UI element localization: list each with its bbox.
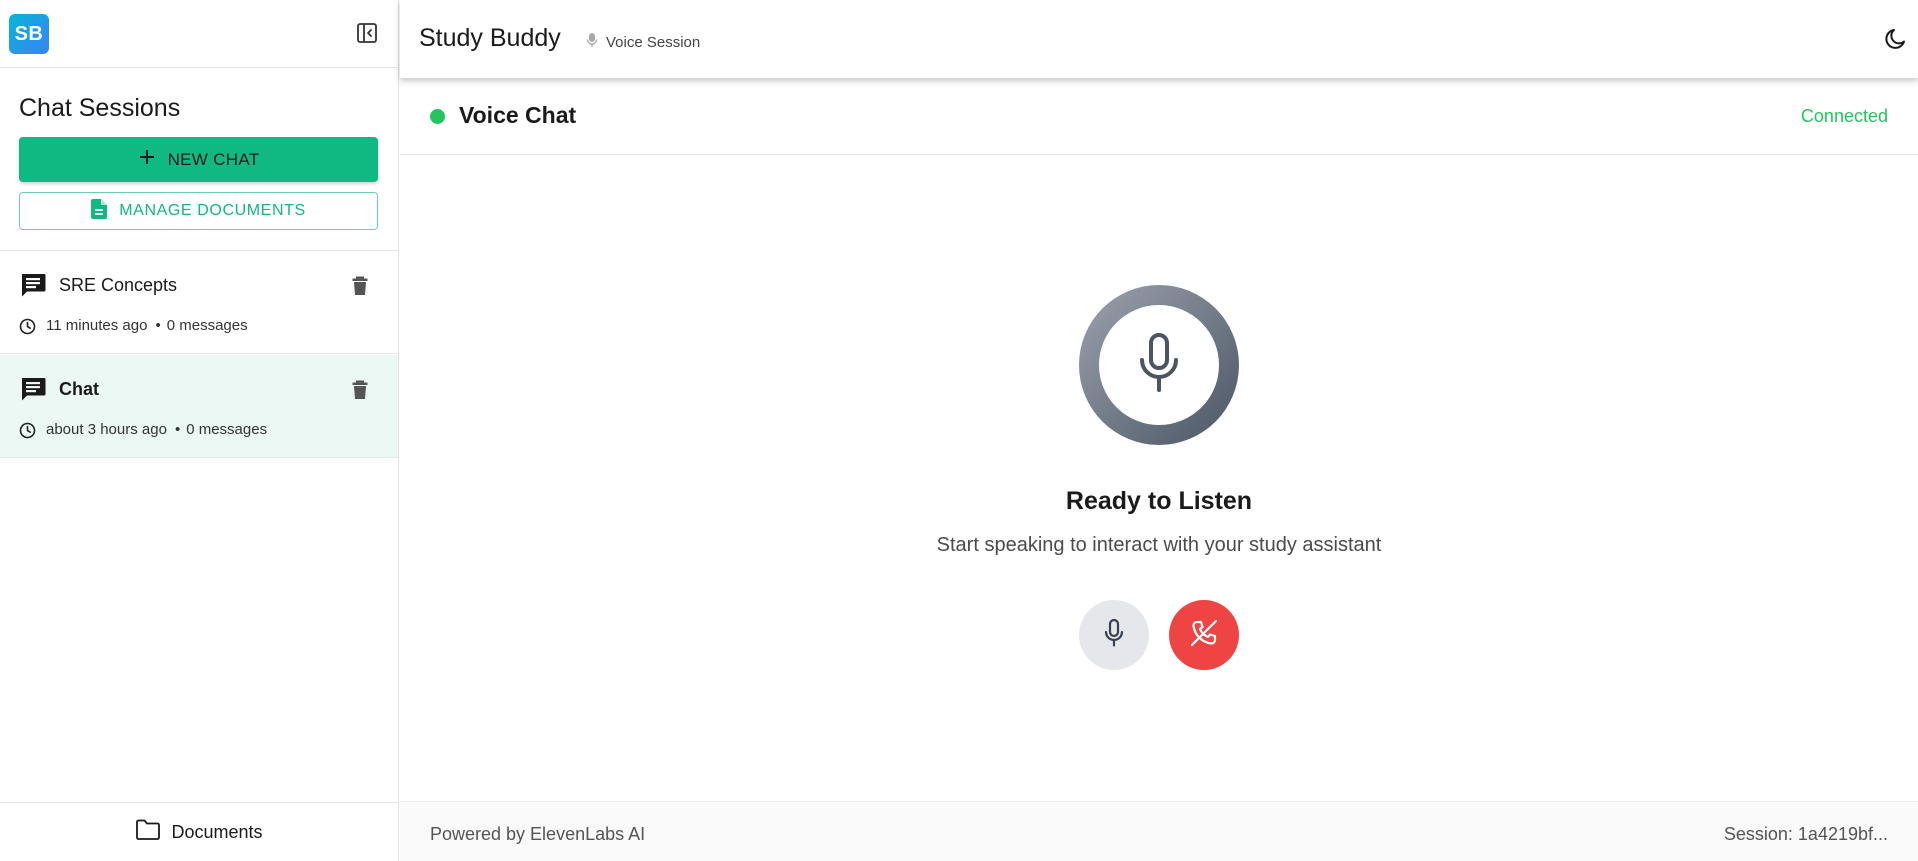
listening-indicator: [1079, 285, 1239, 445]
documents-link[interactable]: Documents: [0, 802, 398, 861]
trash-icon[interactable]: [348, 378, 372, 402]
manage-documents-label: MANAGE DOCUMENTS: [119, 202, 306, 219]
new-chat-button[interactable]: NEW CHAT: [19, 137, 378, 182]
folder-icon: [135, 819, 161, 846]
chat-icon: [19, 271, 47, 299]
status-indicator: [430, 109, 445, 124]
document-icon: [91, 198, 108, 224]
listening-inner: [1099, 305, 1219, 425]
connection-status: Connected: [1800, 106, 1888, 126]
ready-heading: Ready to Listen: [1065, 487, 1253, 515]
sidebar-title: Chat Sessions: [19, 94, 181, 122]
mic-icon: [1136, 332, 1182, 399]
session-type-chip: Voice Session: [586, 32, 700, 52]
session-count: 0 messages: [166, 317, 248, 334]
manage-documents-button[interactable]: MANAGE DOCUMENTS: [19, 192, 378, 230]
session-name: SRE Concepts: [59, 275, 178, 295]
app-title: Study Buddy: [419, 24, 561, 52]
top-bar: Study Buddy Voice Session: [400, 0, 1918, 78]
session-count: 0 messages: [186, 421, 268, 438]
app: SB Chat Sessions NEW CHAT MANAGE DOCUMEN…: [0, 0, 1918, 861]
plus-icon: [138, 148, 156, 171]
mic-icon: [1103, 618, 1125, 653]
session-id: Session: 1a4219bf...: [1723, 824, 1888, 844]
end-call-button[interactable]: [1169, 600, 1239, 670]
session-time: about 3 hours ago: [46, 421, 167, 438]
documents-label: Documents: [171, 821, 263, 842]
phone-off-icon: [1188, 617, 1220, 654]
session-name: Chat: [59, 379, 99, 399]
voice-chat-header: Voice Chat Connected: [400, 78, 1918, 155]
chat-icon: [19, 375, 47, 403]
sidebar: SB Chat Sessions NEW CHAT MANAGE DOCUMEN…: [0, 0, 399, 861]
voice-chat-title: Voice Chat: [459, 102, 577, 128]
mute-button[interactable]: [1079, 600, 1149, 670]
new-chat-label: NEW CHAT: [167, 149, 260, 169]
main-footer: Powered by ElevenLabs AI Session: 1a4219…: [400, 801, 1918, 861]
clock-icon: [19, 318, 36, 335]
sidebar-collapse-icon[interactable]: [356, 22, 378, 44]
session-time: 11 minutes ago: [46, 317, 148, 334]
app-logo: SB: [9, 14, 49, 54]
moon-icon[interactable]: [1883, 26, 1909, 52]
trash-icon[interactable]: [348, 274, 372, 298]
session-meta: 11 minutes ago • 0 messages: [46, 317, 248, 334]
session-meta: about 3 hours ago • 0 messages: [46, 421, 268, 438]
clock-icon: [19, 422, 36, 439]
sidebar-header: SB: [0, 0, 398, 68]
ready-subtext: Start speaking to interact with your stu…: [936, 534, 1382, 556]
session-item-selected[interactable]: Chat about 3 hours ago • 0 messages: [0, 355, 398, 458]
session-item[interactable]: SRE Concepts 11 minutes ago • 0 messages: [0, 251, 398, 354]
powered-by: Powered by ElevenLabs AI: [430, 824, 646, 844]
session-type-label: Voice Session: [606, 33, 701, 51]
mic-icon: [586, 32, 598, 52]
